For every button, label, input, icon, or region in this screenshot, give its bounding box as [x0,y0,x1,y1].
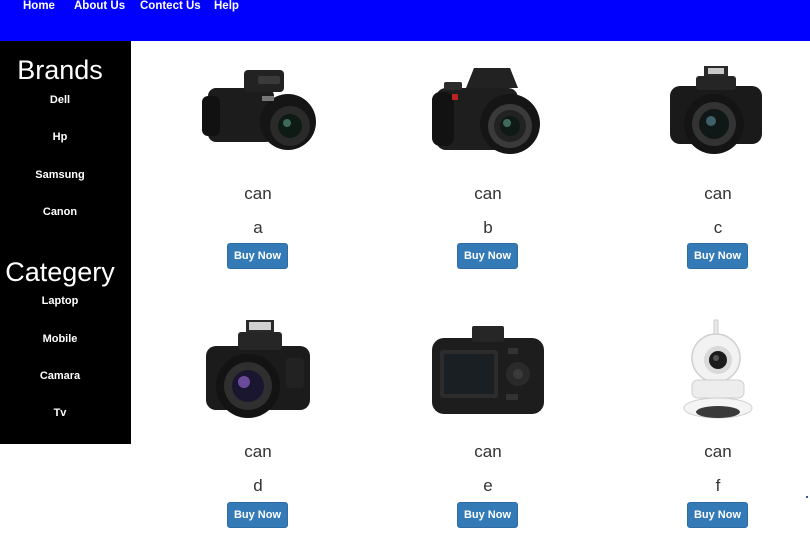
top-navbar: Home About Us Contect Us Help [0,0,810,41]
product-code: c [713,218,723,237]
product-name: can [244,184,272,203]
product-code: d [253,476,263,495]
product-code: f [715,476,721,495]
sidebar-brand-dell[interactable]: Dell [0,95,120,106]
nav-about-link[interactable]: About Us [74,0,125,12]
buy-now-button[interactable]: Buy Now [687,502,748,528]
product-name: can [704,442,732,461]
buy-now-button[interactable]: Buy Now [457,502,518,528]
brands-heading: Brands [17,55,103,85]
camera-image[interactable] [666,64,770,160]
nav-help-link[interactable]: Help [214,0,239,12]
product-code: b [483,218,493,237]
sidebar-brand-canon[interactable]: Canon [0,207,120,218]
product-code: e [483,476,493,495]
nav-home-link[interactable]: Home [23,0,55,12]
sidebar-category-laptop[interactable]: Laptop [0,296,120,307]
camera-image[interactable] [430,326,546,416]
camera-image[interactable] [430,62,546,160]
stray-dot [806,496,808,498]
sidebar-category-mobile[interactable]: Mobile [0,334,120,345]
nav-contact-link[interactable]: Contect Us [140,0,201,12]
product-code: a [253,218,263,237]
product-name: can [474,184,502,203]
sidebar-category-camara[interactable]: Camara [0,371,120,382]
buy-now-button[interactable]: Buy Now [227,243,288,269]
buy-now-button[interactable]: Buy Now [687,243,748,269]
sidebar-brand-samsung[interactable]: Samsung [0,170,120,181]
camera-image[interactable] [202,318,314,422]
sidebar: Brands Dell Hp Samsung Canon Categery La… [0,41,131,444]
buy-now-button[interactable]: Buy Now [457,243,518,269]
product-name: can [244,442,272,461]
product-name: can [474,442,502,461]
category-heading: Categery [5,257,115,287]
buy-now-button[interactable]: Buy Now [227,502,288,528]
product-name: can [704,184,732,203]
sidebar-brand-hp[interactable]: Hp [0,132,120,143]
sidebar-category-tv[interactable]: Tv [0,408,120,419]
camera-image[interactable] [200,66,316,160]
camera-image[interactable] [678,318,758,422]
